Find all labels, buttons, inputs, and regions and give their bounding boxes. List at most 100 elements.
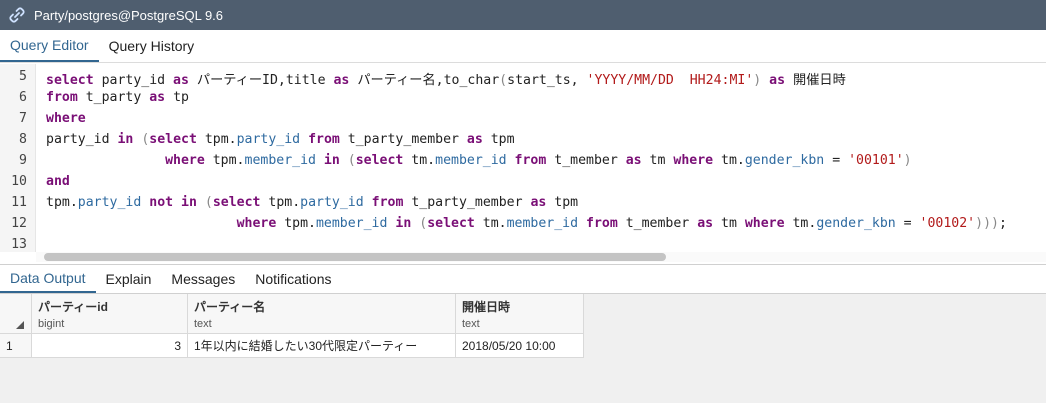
scrollbar-thumb[interactable] [44, 253, 666, 261]
code-token: party_id [236, 132, 301, 147]
code-token: member_id [244, 153, 316, 168]
sql-editor[interactable]: 5 6 7 8 9 10 11 12 13 select party_id as パーティーID… [0, 64, 1046, 264]
code-token: tpm. [204, 153, 245, 168]
code-line[interactable]: party_id in (select tpm.party_id from t_… [46, 132, 515, 147]
connection-icon [0, 0, 34, 30]
select-all-corner[interactable] [0, 294, 32, 334]
code-token: 'YYYY/MM/DD HH24:MI' [586, 73, 754, 88]
column-header[interactable]: パーティーid bigint [32, 294, 188, 334]
table-cell[interactable]: 3 [32, 334, 188, 358]
tab-notifications[interactable]: Notifications [245, 265, 341, 293]
code-token: from [308, 132, 340, 147]
code-token: tpm [482, 132, 515, 147]
tab-data-output[interactable]: Data Output [0, 265, 96, 293]
column-type: bigint [38, 318, 65, 330]
code-line[interactable]: tpm.party_id not in (select tpm.party_id… [46, 195, 578, 210]
code-token: tpm. [46, 195, 78, 210]
code-token: where [46, 111, 86, 126]
code-token: where [673, 153, 714, 168]
code-token: select [427, 216, 475, 231]
tab-explain[interactable]: Explain [96, 265, 162, 293]
code-token: as [466, 132, 483, 147]
column-type: text [194, 318, 212, 330]
code-token: t_party [77, 90, 150, 105]
code-token: パーティーID,title [188, 73, 334, 88]
code-token: tpm. [276, 216, 316, 231]
window-title: Party/postgres@PostgreSQL 9.6 [34, 7, 224, 23]
code-token: tpm [546, 195, 579, 210]
code-token: in [181, 195, 197, 210]
code-token: select [355, 153, 404, 168]
title-bar: Party/postgres@PostgreSQL 9.6 [0, 0, 1046, 30]
line-number: 5 [19, 69, 27, 84]
code-token: as [173, 73, 189, 88]
code-token: gender_kbn [816, 216, 896, 231]
code-token: as [530, 195, 547, 210]
column-name: パーティー名 [194, 300, 266, 314]
code-line[interactable]: from t_party as tp [46, 90, 189, 105]
column-header[interactable]: パーティー名 text [188, 294, 456, 334]
code-token: where [165, 153, 205, 168]
code-token: t_party_member [339, 132, 467, 147]
code-token: tm. [784, 216, 817, 231]
column-header[interactable]: 開催日時 text [456, 294, 584, 334]
code-token: as [625, 153, 642, 168]
code-token: from [46, 90, 78, 105]
code-token: as [697, 216, 714, 231]
code-token: tm. [713, 153, 745, 168]
code-token: '00101' [848, 153, 904, 168]
tab-query-editor[interactable]: Query Editor [0, 30, 99, 62]
code-token: gender_kbn [744, 153, 825, 168]
code-token: in [117, 132, 134, 147]
code-token: member_id [506, 216, 579, 231]
code-token: party_id [46, 132, 118, 147]
code-token: party_id [93, 73, 174, 88]
line-number: 12 [11, 216, 27, 231]
code-token: as [333, 73, 350, 88]
column-name: パーティーid [38, 300, 108, 314]
code-token: t_member [546, 153, 626, 168]
table-cell[interactable]: 2018/05/20 10:00 [456, 334, 584, 358]
code-line[interactable]: where tpm.member_id in (select tm.member… [46, 216, 1007, 231]
code-token: select [46, 73, 94, 88]
code-line[interactable]: and [46, 174, 70, 189]
line-number: 10 [11, 174, 27, 189]
code-token: ) [903, 153, 912, 168]
code-line[interactable]: where tpm.member_id in (select tm.member… [46, 153, 912, 168]
code-token: tm. [474, 216, 507, 231]
code-token: party_id [77, 195, 142, 210]
code-token: from [514, 153, 547, 168]
code-token: パーティー名,to_char [349, 73, 500, 88]
code-line[interactable]: select party_id as パーティーID,title as パーティ… [46, 69, 846, 88]
code-token: tm [641, 153, 674, 168]
code-token: from [586, 216, 618, 231]
code-token: ( [204, 195, 213, 210]
code-token: tpm. [260, 195, 301, 210]
code-token: ( [419, 216, 428, 231]
tab-messages[interactable]: Messages [161, 265, 245, 293]
editor-tabs: Query Editor Query History [0, 30, 1046, 63]
output-tabs: Data Output Explain Messages Notificatio… [0, 264, 1046, 294]
sort-triangle-icon [16, 321, 24, 329]
code-token: tm. [403, 153, 436, 168]
code-token: = [895, 216, 920, 231]
code-token: select [149, 132, 197, 147]
code-token: select [212, 195, 261, 210]
code-token: ( [347, 153, 356, 168]
result-grid: パーティーid bigint パーティー名 text 開催日時 text 1 3… [0, 294, 1046, 403]
code-token: 開催日時 [785, 73, 846, 88]
row-number[interactable]: 1 [0, 334, 32, 358]
tab-query-history[interactable]: Query History [99, 30, 205, 62]
table-cell[interactable]: 1年以内に結婚したい30代限定パーティー [188, 334, 456, 358]
code-line[interactable]: where [46, 111, 86, 126]
code-token: ; [998, 216, 1007, 231]
